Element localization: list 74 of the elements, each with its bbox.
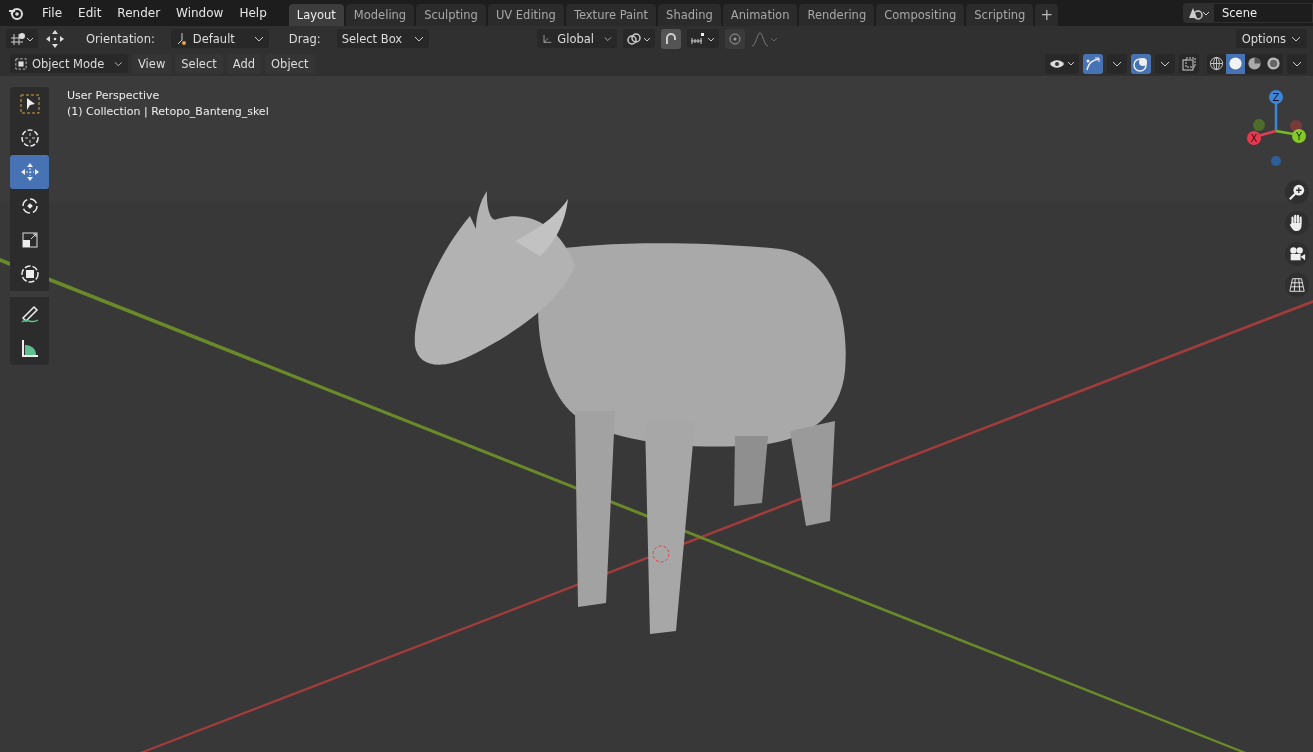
move-tool-icon	[44, 28, 66, 49]
workspace-tab[interactable]: Texture Paint	[565, 4, 657, 26]
navigation-gizmo[interactable]: Z X Y	[1239, 87, 1309, 167]
scene-field[interactable]: Scene	[1213, 3, 1313, 23]
gizmo-icon	[1085, 55, 1101, 72]
orientation-dropdown[interactable]: Default	[170, 29, 269, 48]
scene-type-dropdown[interactable]	[1183, 3, 1213, 23]
view-name-label: User Perspective	[67, 89, 161, 102]
menu-item[interactable]: Render	[109, 6, 169, 20]
workspace-tab[interactable]: Animation	[722, 4, 798, 26]
workspace-tab[interactable]: Sculpting	[416, 4, 486, 26]
solid-sphere-icon	[1228, 56, 1243, 71]
proportional-icon	[727, 31, 742, 46]
menu-item[interactable]: Edit	[70, 6, 110, 20]
workspace-tab[interactable]: Layout	[288, 4, 344, 26]
xray-icon	[1181, 55, 1197, 72]
workspace-tab[interactable]: Modeling	[345, 4, 415, 26]
workspace-tab[interactable]: UV Editing	[487, 4, 564, 26]
move-tool-button[interactable]	[10, 155, 49, 189]
material-shading-button[interactable]	[1245, 53, 1264, 74]
snap-increment-icon	[689, 31, 716, 46]
chevron-icon	[1292, 60, 1302, 67]
chevron-icon	[253, 35, 264, 42]
overlays-toggle[interactable]	[1131, 53, 1151, 74]
chevron-icon	[1291, 35, 1301, 42]
object-mode-icon	[15, 56, 27, 71]
visibility-dropdown[interactable]	[1045, 53, 1079, 74]
drag-label: Drag:	[288, 31, 321, 46]
snap-toggle[interactable]	[660, 28, 681, 49]
cursor-icon	[18, 127, 41, 149]
chevron-icon	[413, 35, 424, 42]
orientation-label: Orientation:	[86, 31, 155, 46]
workspace-tab[interactable]: Scripting	[966, 4, 1034, 26]
magnet-icon	[663, 31, 678, 46]
chevron-icon	[604, 35, 612, 42]
transform-icon	[18, 263, 41, 285]
gizmo-toggle[interactable]	[1083, 53, 1103, 74]
mode-dropdown[interactable]: Object Mode	[10, 54, 128, 73]
pivot-point-icon	[625, 31, 652, 46]
viewport-menu[interactable]: Select	[175, 53, 223, 74]
workspace-tab[interactable]: Shading	[658, 4, 721, 26]
overlays-icon	[1133, 55, 1149, 72]
menu-item[interactable]: Window	[168, 6, 232, 20]
app-logo-icon[interactable]	[8, 5, 24, 21]
chevron-icon	[114, 60, 123, 67]
select-icon	[18, 93, 41, 115]
orientation-icon	[175, 31, 188, 46]
chevron-icon	[1112, 60, 1122, 67]
solid-shading-button[interactable]	[1226, 53, 1245, 74]
drag-dropdown[interactable]: Select Box	[336, 29, 429, 48]
tool-settings-icon	[9, 31, 35, 46]
menu-item[interactable]: Help	[231, 6, 275, 20]
proportional-editing-toggle[interactable]	[724, 28, 745, 49]
options-dropdown[interactable]: Options	[1235, 29, 1307, 48]
rendered-shading-button[interactable]	[1264, 53, 1283, 74]
snap-target-dropdown[interactable]	[686, 29, 719, 48]
material-sphere-icon	[1247, 56, 1262, 71]
transform-orientation-dropdown[interactable]: Global	[536, 29, 617, 48]
viewport-menu[interactable]: Object	[265, 53, 315, 74]
add-workspace-button[interactable]: +	[1035, 4, 1058, 26]
viewport-menu[interactable]: Add	[226, 53, 262, 74]
tool-settings-dropdown[interactable]	[6, 29, 38, 48]
xray-toggle[interactable]	[1179, 53, 1199, 74]
pivot-point-dropdown[interactable]	[622, 29, 655, 48]
viewport-menu[interactable]: View	[132, 53, 172, 74]
workspace-tab[interactable]: Compositing	[876, 4, 965, 26]
wireframe-shading-button[interactable]	[1207, 53, 1226, 74]
chevron-icon	[1160, 60, 1170, 67]
wireframe-sphere-icon	[1209, 56, 1224, 71]
workspace-tab[interactable]: Rendering	[799, 4, 875, 26]
menu-item[interactable]: File	[34, 6, 71, 20]
scene-icon	[1187, 6, 1209, 20]
rendered-sphere-icon	[1266, 56, 1281, 71]
active-object-label: (1) Collection | Retopo_Banteng_skel	[67, 105, 269, 118]
